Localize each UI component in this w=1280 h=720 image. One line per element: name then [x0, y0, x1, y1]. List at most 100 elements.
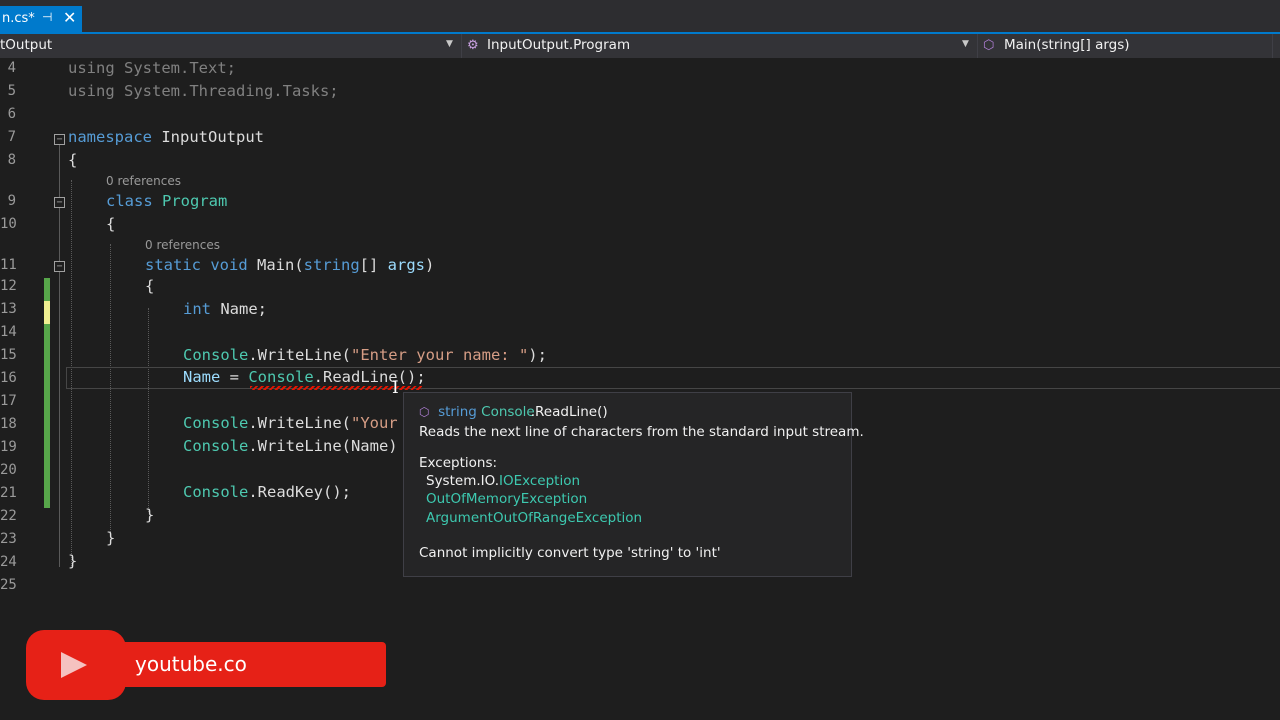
- nav-divider: [1272, 34, 1273, 58]
- code-line: {: [145, 277, 155, 295]
- code-line: static void Main(string[] args): [145, 256, 434, 274]
- keyword: string: [303, 256, 360, 274]
- youtube-url: youtube.co: [135, 652, 247, 676]
- exception-item[interactable]: ArgumentOutOfRangeException: [426, 510, 642, 526]
- exception-item[interactable]: OutOfMemoryException: [426, 491, 587, 507]
- class-name: Console: [183, 414, 249, 432]
- code-line: }: [106, 529, 116, 547]
- code-line: {: [68, 151, 78, 169]
- variable-name: Name: [183, 368, 221, 386]
- youtube-play-icon: [61, 652, 87, 678]
- exception-namespace: System.IO.: [426, 473, 499, 489]
- tooltip-signature: ⬡ string Console.ReadLine(): [419, 404, 608, 420]
- code-line: int Name;: [183, 300, 267, 318]
- line-number: 14: [0, 324, 17, 340]
- exception-name: IOException: [498, 473, 581, 489]
- pin-icon[interactable]: ⊣: [42, 10, 52, 24]
- close-icon[interactable]: ✕: [63, 8, 76, 27]
- method-name: Main(: [247, 256, 304, 274]
- class-name: Console: [183, 346, 249, 364]
- youtube-logo[interactable]: [26, 630, 126, 700]
- code-text: Name;: [211, 300, 267, 318]
- string-literal: "Your: [350, 414, 398, 432]
- line-number: 21: [0, 485, 17, 501]
- nav-divider: [977, 34, 978, 58]
- line-number: 10: [0, 216, 17, 232]
- line-number: 4: [7, 60, 16, 76]
- method-icon: ⬡: [419, 405, 430, 419]
- exception-item[interactable]: System.IO.IOException: [426, 473, 580, 489]
- code-text: .WriteLine(Name): [248, 437, 398, 455]
- code-text: .WriteLine(: [248, 346, 351, 364]
- line-number: 15: [0, 347, 17, 363]
- code-text: .WriteLine(: [248, 414, 351, 432]
- line-number: 20: [0, 462, 17, 478]
- code-line: Console.WriteLine(Name): [183, 437, 398, 455]
- keyword: class: [106, 192, 153, 210]
- line-number: 5: [7, 83, 16, 99]
- code-text: ();: [397, 368, 426, 386]
- code-editor[interactable]: 4 5 6 7 8 9 10 11 12 13 14 15 16 17 18 1…: [0, 58, 1280, 720]
- line-number: 22: [0, 508, 17, 524]
- line-number: 12: [0, 278, 17, 294]
- tab-bar: n.cs* ⊣ ✕: [0, 0, 1280, 32]
- collapse-icon[interactable]: −: [54, 134, 65, 145]
- tab-name: n.cs*: [2, 11, 35, 26]
- class-name: Console: [183, 483, 249, 501]
- code-text: .ReadKey();: [248, 483, 351, 501]
- nav-divider: [461, 34, 462, 58]
- codelens-references[interactable]: 0 references: [145, 238, 220, 252]
- code-line: Console.ReadKey();: [183, 483, 351, 501]
- line-number: 24: [0, 554, 17, 570]
- youtube-banner[interactable]: youtube.co: [120, 642, 386, 687]
- code-line: Console.WriteLine("Your: [183, 414, 398, 432]
- code-text: ): [425, 256, 435, 274]
- code-line: }: [68, 552, 78, 570]
- keyword: using: [68, 59, 115, 77]
- namespace-name: InputOutput: [152, 128, 264, 146]
- line-number: 23: [0, 531, 17, 547]
- line-number: 19: [0, 439, 17, 455]
- class-name: Program: [162, 192, 228, 210]
- signature-type: string: [438, 404, 477, 420]
- line-number: 17: [0, 393, 17, 409]
- code-line: }: [145, 506, 155, 524]
- line-number: 25: [0, 577, 17, 593]
- code-line: using System.Text;: [68, 59, 236, 77]
- line-number: 13: [0, 301, 17, 317]
- change-indicator-unsaved: [44, 301, 50, 324]
- exceptions-label: Exceptions:: [419, 455, 498, 471]
- class-scope-label: InputOutput.Program: [487, 37, 631, 53]
- class-icon: ⚙: [467, 38, 479, 53]
- code-line: class Program: [106, 192, 227, 210]
- codelens-references[interactable]: 0 references: [106, 174, 181, 188]
- navigation-bar: tOutput ▼ ⚙ InputOutput.Program ▼ ⬡ Main…: [0, 34, 1280, 58]
- code-text: );: [528, 346, 547, 364]
- project-label: tOutput: [0, 37, 53, 53]
- quick-info-tooltip: ⬡ string Console.ReadLine() Reads the ne…: [403, 392, 864, 577]
- code-line: {: [106, 215, 116, 233]
- keyword: static: [145, 256, 201, 274]
- code-text: System.Text;: [114, 59, 236, 77]
- indent-guide: [148, 308, 149, 512]
- change-indicator-saved: [44, 324, 50, 508]
- code-line: namespace InputOutput: [68, 128, 264, 146]
- class-name: Console: [183, 437, 249, 455]
- code-text: System.Threading.Tasks;: [114, 82, 339, 100]
- keyword: void: [210, 256, 248, 274]
- class-name: Console: [248, 368, 314, 386]
- editor-tab[interactable]: n.cs* ⊣ ✕: [0, 6, 82, 32]
- line-number: 11: [0, 257, 17, 273]
- string-literal: "Enter your name: ": [350, 346, 529, 364]
- keyword: namespace: [68, 128, 152, 146]
- line-number: 6: [7, 106, 16, 122]
- line-number: 16: [0, 370, 17, 386]
- indent-guide: [110, 244, 111, 536]
- error-message: Cannot implicitly convert type 'string' …: [419, 545, 721, 561]
- change-indicator-saved: [44, 278, 50, 301]
- keyword: int: [183, 300, 211, 318]
- line-number: 18: [0, 416, 17, 432]
- collapse-icon[interactable]: −: [54, 197, 65, 208]
- collapse-icon[interactable]: −: [54, 261, 65, 272]
- parameter-name: args: [387, 256, 425, 274]
